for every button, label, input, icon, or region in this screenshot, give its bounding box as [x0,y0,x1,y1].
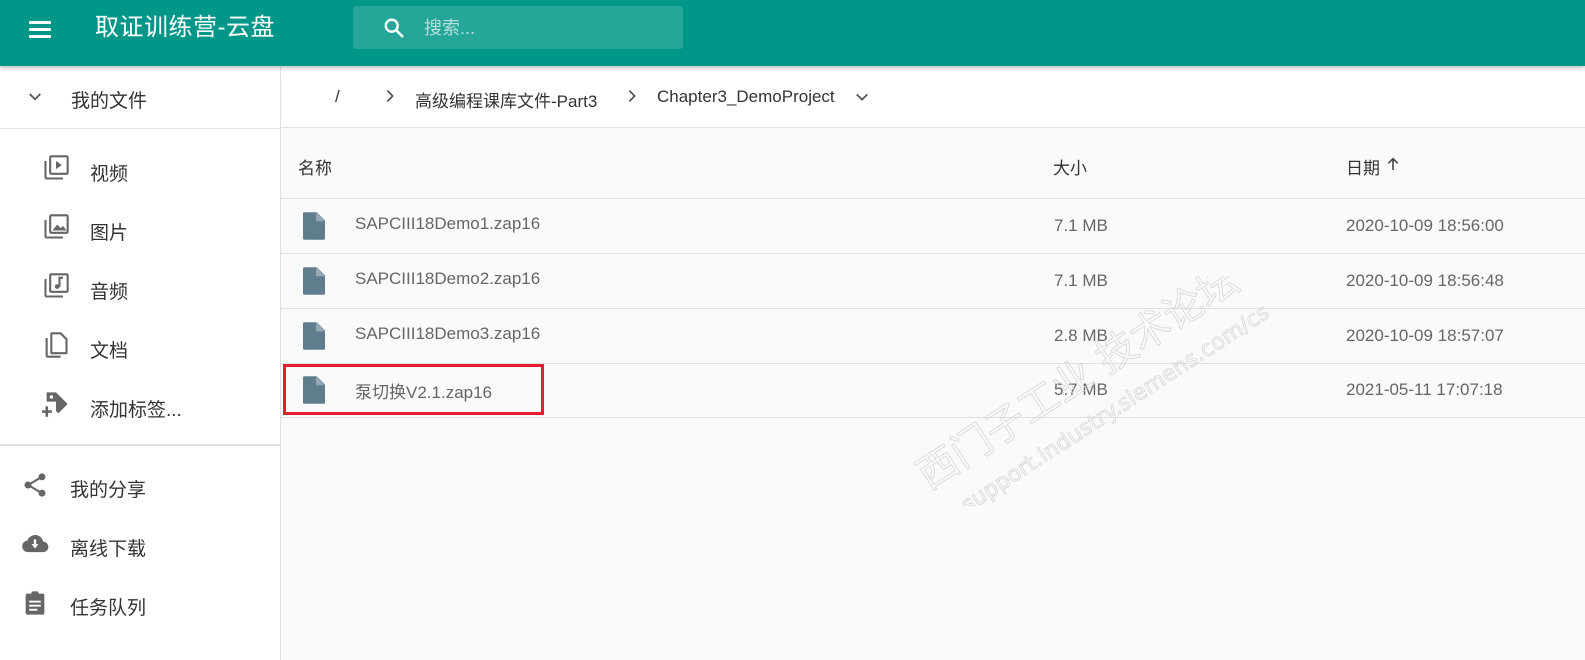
column-date[interactable]: 日期 [1346,154,1380,179]
file-icon [303,322,325,350]
chevron-right-icon [628,90,636,102]
table-row[interactable]: SAPCIII18Demo2.zap16 7.1 MB 2020-10-09 1… [281,254,1585,309]
chevron-down-icon [29,93,41,101]
file-date: 2020-10-09 18:56:00 [1346,216,1504,235]
video-library-icon [44,155,69,180]
column-size[interactable]: 大小 [1053,154,1087,179]
column-name[interactable]: 名称 [298,154,332,179]
file-date: 2020-10-09 18:57:07 [1346,326,1504,345]
library-music-icon [44,273,69,298]
chevron-right-icon [386,90,394,102]
sidebar-item-offline-download[interactable]: 离线下载 [0,525,280,565]
sidebar-item-label: 视频 [90,164,129,185]
file-browser: / 高级编程课库文件-Part3 Chapter3_DemoProject 名称… [281,66,1585,660]
add-tag-icon [42,392,68,417]
breadcrumb: / 高级编程课库文件-Part3 Chapter3_DemoProject [281,66,1585,128]
sidebar-item-label: 离线下载 [70,539,147,560]
share-icon [24,473,46,497]
arrow-up-icon[interactable] [1385,156,1401,172]
file-date: 2021-05-11 17:07:18 [1346,380,1503,399]
sidebar-divider [0,444,280,446]
file-size: 5.7 MB [1054,380,1108,399]
cloud-download-icon [22,535,49,553]
app-title: 取证训练营-云盘 [95,14,275,41]
file-name[interactable]: SAPCIII18Demo3.zap16 [355,324,540,344]
sidebar-item-label: 文档 [90,341,129,362]
sidebar-item-label: 图片 [90,223,129,244]
search-box[interactable] [353,6,683,49]
file-date: 2020-10-09 18:56:48 [1346,271,1504,290]
file-name[interactable]: SAPCIII18Demo2.zap16 [355,269,540,289]
sidebar-item-audio[interactable]: 音频 [0,268,280,308]
sidebar-item-task-queue[interactable]: 任务队列 [0,584,280,624]
sidebar-item-my-share[interactable]: 我的分享 [0,466,280,506]
sidebar-item-video[interactable]: 视频 [0,150,280,190]
table-row[interactable]: SAPCIII18Demo3.zap16 2.8 MB 2020-10-09 1… [281,309,1585,364]
file-icon [303,267,325,295]
my-files-label: 我的文件 [71,91,148,112]
documents-icon [45,332,68,358]
file-name[interactable]: SAPCIII18Demo1.zap16 [355,214,540,234]
my-files-header[interactable]: 我的文件 [0,66,280,129]
breadcrumb-item[interactable]: 高级编程课库文件-Part3 [415,87,597,112]
chevron-down-icon[interactable] [854,89,870,105]
breadcrumb-root[interactable]: / [335,87,340,107]
sidebar-item-label: 我的分享 [70,480,147,501]
search-icon [384,18,404,38]
photo-library-icon [44,214,69,239]
menu-icon[interactable] [26,16,56,46]
highlight-box [283,364,544,415]
table-row[interactable]: SAPCIII18Demo1.zap16 7.1 MB 2020-10-09 1… [281,199,1585,254]
sidebar-item-label: 添加标签... [90,400,182,421]
assignment-icon [25,591,45,615]
breadcrumb-current[interactable]: Chapter3_DemoProject [657,87,835,107]
file-size: 7.1 MB [1054,271,1108,290]
table-header: 名称 大小 日期 [281,128,1585,199]
sidebar-item-label: 音频 [90,282,129,303]
file-size: 2.8 MB [1054,326,1108,345]
file-icon [303,212,325,240]
sidebar: 我的文件 视频 图片 音频 文档 添加标签... 我的分享 离线下载 任务队列 [0,66,281,660]
app-bar: 取证训练营-云盘 [0,0,1585,66]
file-size: 7.1 MB [1054,216,1108,235]
sidebar-item-images[interactable]: 图片 [0,209,280,249]
sidebar-item-label: 任务队列 [70,598,147,619]
sidebar-item-documents[interactable]: 文档 [0,327,280,367]
search-input[interactable] [422,14,666,42]
sidebar-item-add-tag[interactable]: 添加标签... [0,386,280,426]
